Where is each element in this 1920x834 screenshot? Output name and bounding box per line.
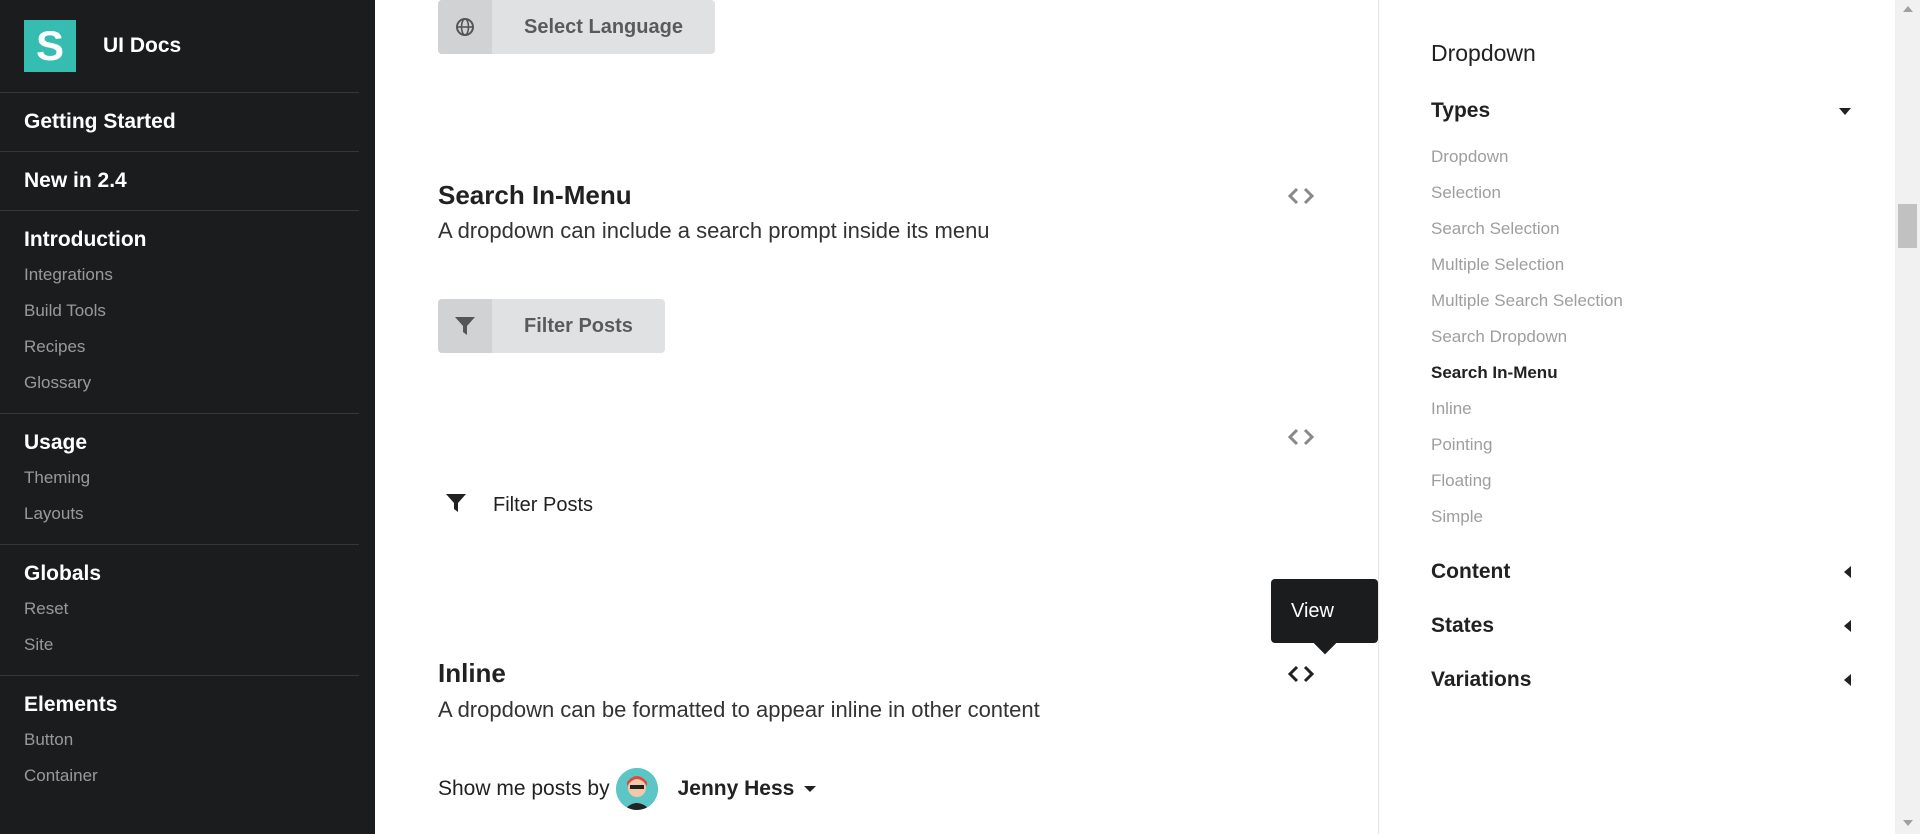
rail-group-types[interactable]: Types <box>1431 99 1851 123</box>
sidebar: S UI Docs Getting Started New in 2.4 Int… <box>0 0 375 834</box>
rail-item-multiple-selection[interactable]: Multiple Selection <box>1431 247 1623 283</box>
caret-left-icon <box>1844 566 1851 578</box>
inline-user-dropdown[interactable]: Jenny Hess <box>678 777 795 801</box>
scroll-up-icon[interactable] <box>1903 6 1913 12</box>
rail-item-simple[interactable]: Simple <box>1431 499 1623 535</box>
section-title-search-in-menu: Search In-Menu <box>438 180 632 210</box>
rail-item-selection[interactable]: Selection <box>1431 175 1623 211</box>
sidebar-item-build-tools[interactable]: Build Tools <box>24 293 359 329</box>
rail-item-pointing[interactable]: Pointing <box>1431 427 1623 463</box>
filter-icon <box>445 492 467 519</box>
rail-group-content[interactable]: Content <box>1431 560 1851 584</box>
view-source-tooltip: View Source <box>1271 579 1378 686</box>
nav-header-getting-started[interactable]: Getting Started <box>24 105 359 139</box>
sidebar-item-glossary[interactable]: Glossary <box>24 365 359 401</box>
caret-down-icon[interactable] <box>804 786 817 792</box>
globe-icon <box>438 0 492 54</box>
inline-prefix: Show me posts by <box>438 777 610 800</box>
nav-header-elements[interactable]: Elements <box>24 688 359 722</box>
section-desc-inline: A dropdown can be formatted to appear in… <box>438 697 1040 722</box>
caret-left-icon <box>1844 620 1851 632</box>
rail-item-inline[interactable]: Inline <box>1431 391 1623 427</box>
section-title-inline: Inline <box>438 658 506 688</box>
nav-section-new: New in 2.4 <box>0 152 359 211</box>
brand-name: UI Docs <box>103 34 182 57</box>
section-desc-search-in-menu: A dropdown can include a search prompt i… <box>438 218 990 243</box>
nav-header-new[interactable]: New in 2.4 <box>24 164 359 198</box>
rail-item-dropdown[interactable]: Dropdown <box>1431 139 1623 175</box>
avatar <box>615 768 658 810</box>
caret-down-icon <box>1839 107 1851 115</box>
scroll-thumb[interactable] <box>1898 204 1917 248</box>
sidebar-item-integrations[interactable]: Integrations <box>24 257 359 293</box>
main-content: Select Language Search In-Menu A dropdow… <box>375 0 1378 834</box>
sidebar-item-theming[interactable]: Theming <box>24 460 359 496</box>
filter-posts-button[interactable]: Filter Posts <box>438 299 665 353</box>
rail-item-search-in-menu[interactable]: Search In-Menu <box>1431 355 1623 391</box>
scrollbar[interactable] <box>1895 0 1920 834</box>
filter-posts-label: Filter Posts <box>524 314 633 337</box>
view-source-icon-2[interactable] <box>1287 427 1315 447</box>
scroll-down-icon[interactable] <box>1903 820 1913 826</box>
rail-item-search-dropdown[interactable]: Search Dropdown <box>1431 319 1623 355</box>
nav-header-globals[interactable]: Globals <box>24 557 359 591</box>
nav-section-usage: Usage Theming Layouts <box>0 414 359 545</box>
sidebar-item-button[interactable]: Button <box>24 722 359 758</box>
caret-left-icon <box>1844 674 1851 686</box>
sidebar-item-recipes[interactable]: Recipes <box>24 329 359 365</box>
nav-header-introduction[interactable]: Introduction <box>24 223 359 257</box>
rail-group-states[interactable]: States <box>1431 614 1851 638</box>
rail-group-label: Content <box>1431 560 1511 583</box>
rail-items-types: Dropdown Selection Search Selection Mult… <box>1431 139 1623 535</box>
rail-item-multiple-search-selection[interactable]: Multiple Search Selection <box>1431 283 1623 319</box>
rail-item-floating[interactable]: Floating <box>1431 463 1623 499</box>
rail-group-label: Variations <box>1431 668 1532 691</box>
rail-group-label: Types <box>1431 99 1491 122</box>
right-rail: Dropdown Types Dropdown Selection Search… <box>1378 0 1896 834</box>
rail-group-variations[interactable]: Variations <box>1431 668 1851 692</box>
rail-group-label: States <box>1431 614 1495 637</box>
inline-filter-dropdown[interactable]: Filter Posts <box>445 492 593 519</box>
select-language-button[interactable]: Select Language <box>438 0 715 54</box>
sidebar-item-container[interactable]: Container <box>24 758 359 794</box>
sidebar-item-layouts[interactable]: Layouts <box>24 496 359 532</box>
view-source-icon-3[interactable] <box>1287 664 1315 684</box>
rail-item-search-selection[interactable]: Search Selection <box>1431 211 1623 247</box>
inline-filter-label: Filter Posts <box>493 494 594 516</box>
view-source-icon[interactable] <box>1287 186 1315 206</box>
filter-icon <box>438 299 492 353</box>
inline-example: Show me posts by Jenny Hess <box>438 768 817 810</box>
nav-section-introduction: Introduction Integrations Build Tools Re… <box>0 211 359 414</box>
nav-header-usage[interactable]: Usage <box>24 426 359 460</box>
sidebar-item-site[interactable]: Site <box>24 627 359 663</box>
sidebar-item-reset[interactable]: Reset <box>24 591 359 627</box>
nav-section-getting-started: Getting Started <box>0 93 359 152</box>
logo: S <box>24 20 76 72</box>
brand[interactable]: S UI Docs <box>0 0 359 93</box>
select-language-label: Select Language <box>524 15 683 38</box>
rail-title: Dropdown <box>1431 40 1536 66</box>
nav-section-globals: Globals Reset Site <box>0 545 359 676</box>
nav-section-elements: Elements Button Container <box>0 676 359 806</box>
